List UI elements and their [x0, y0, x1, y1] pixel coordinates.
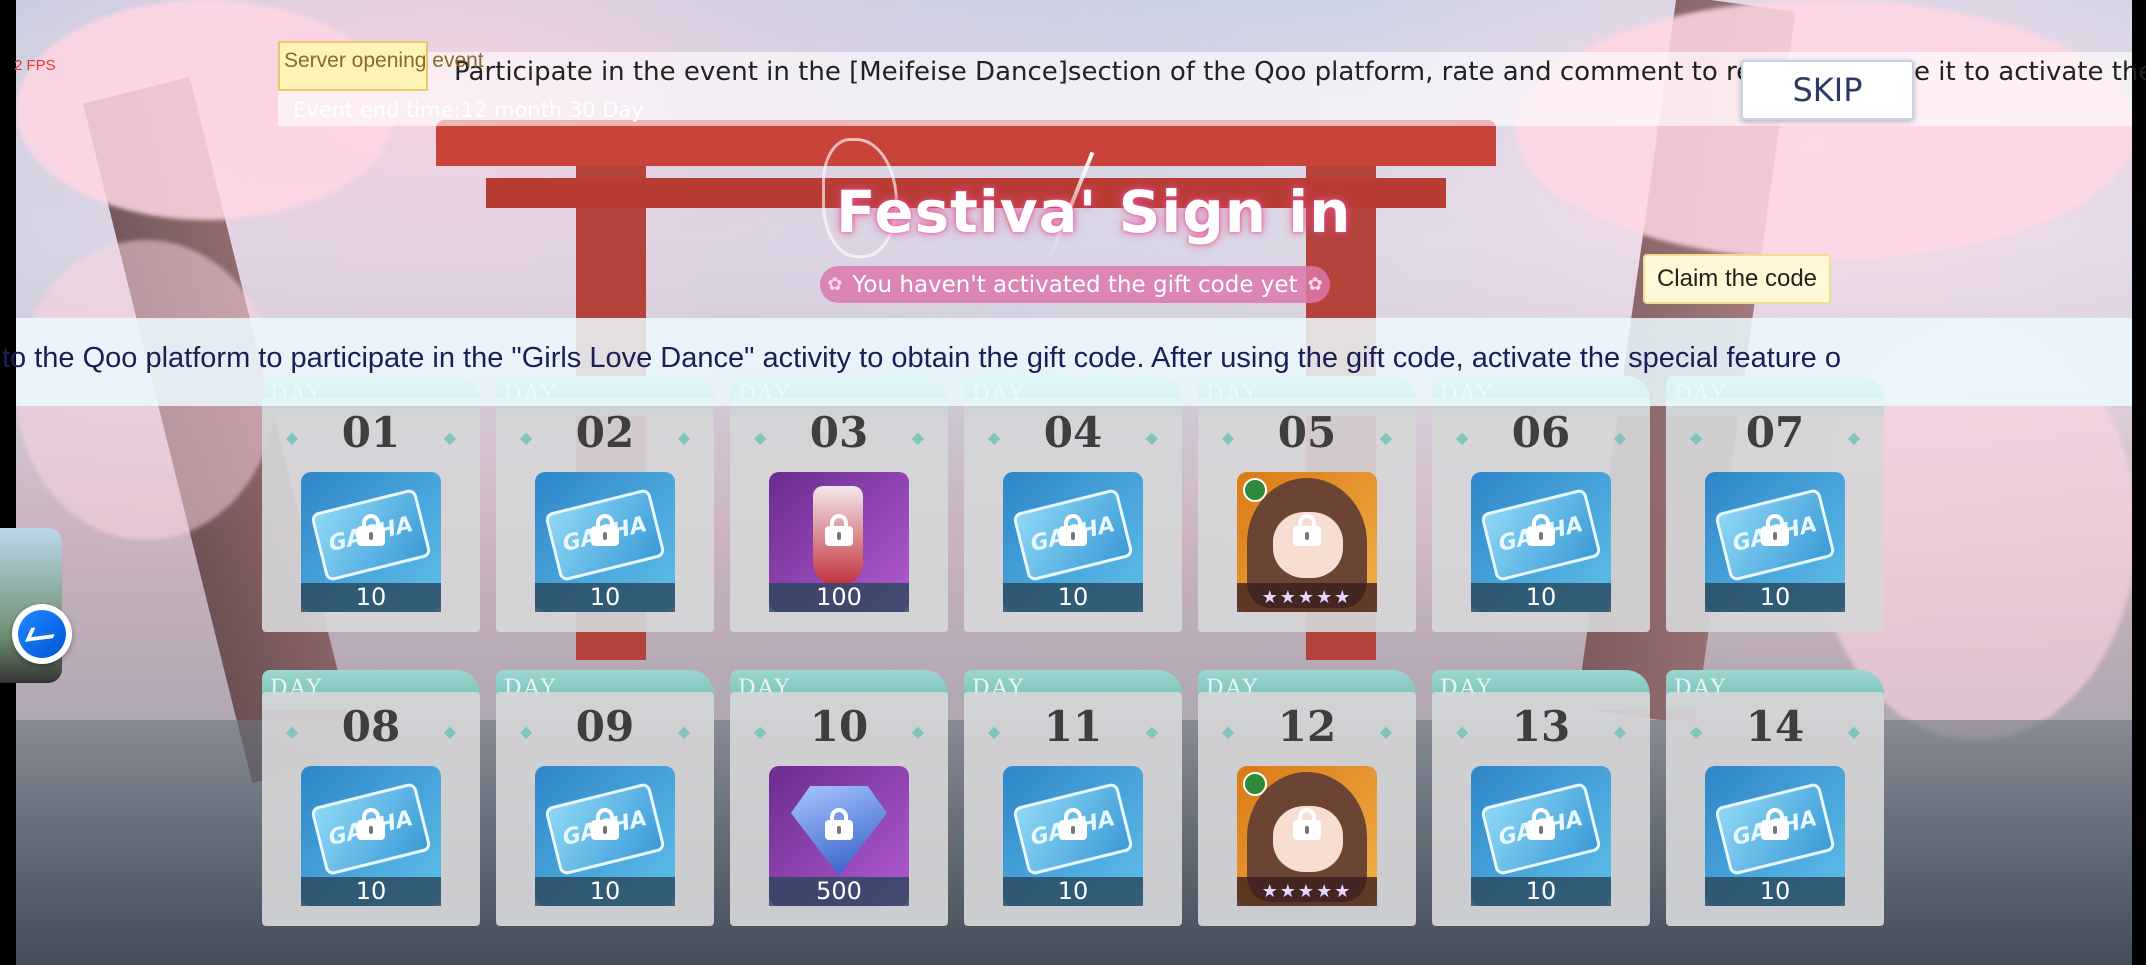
reward-quantity: 10 [535, 877, 675, 906]
rarity-stars: ★★★★★ [1237, 583, 1377, 612]
day-card[interactable]: DAY◆◆05★★★★★ [1198, 376, 1416, 632]
lock-icon [825, 514, 853, 546]
day-card[interactable]: DAY◆◆13GACHA10 [1432, 670, 1650, 926]
day-number: 01 [341, 408, 401, 457]
announcement-text: Participate in the event in the [Meifeis… [454, 57, 1897, 87]
day-number: 06 [1511, 408, 1571, 457]
rarity-stars: ★★★★★ [1237, 877, 1377, 906]
day-number: 09 [575, 702, 635, 751]
fps-counter: 2 FPS [14, 57, 56, 74]
day-card[interactable]: DAY ◆ ◆ 12 ★★★★★ [1198, 670, 1416, 926]
day-card[interactable]: DAY◆◆09GACHA10 [496, 670, 714, 926]
day-number: 03 [809, 408, 869, 457]
gift-code-status: ✿ You haven't activated the gift code ye… [820, 266, 1330, 303]
day-number: 07 [1745, 408, 1805, 457]
day-number: 14 [1745, 702, 1805, 751]
server-opening-event-tag: Server opening event [278, 41, 484, 91]
reward-quantity: 10 [1705, 877, 1845, 906]
claim-code-button[interactable]: Claim the code [1643, 254, 1831, 304]
flower-icon: ✿ [1307, 274, 1323, 295]
day-number: 05 [1277, 408, 1337, 457]
reward-quantity: 10 [301, 583, 441, 612]
day-card[interactable]: DAY◆◆06GACHA10 [1432, 376, 1650, 632]
lock-icon [1293, 514, 1321, 546]
lock-icon [1527, 514, 1555, 546]
day-number: 08 [341, 702, 401, 751]
lock-icon [1059, 808, 1087, 840]
day-number: 02 [575, 408, 635, 457]
lock-icon [1293, 808, 1321, 840]
reward-quantity: 10 [1003, 877, 1143, 906]
lock-icon [825, 808, 853, 840]
lock-icon [1059, 514, 1087, 546]
reward-quantity: 500 [769, 877, 909, 906]
day-card[interactable]: DAY◆◆01GACHA10 [262, 376, 480, 632]
reward-quantity: 100 [769, 583, 909, 612]
day-card[interactable]: DAY ◆ ◆ 10 500 [730, 670, 948, 926]
reward-quantity: 10 [535, 583, 675, 612]
day-card[interactable]: DAY◆◆14GACHA10 [1666, 670, 1884, 926]
day-number: 04 [1043, 408, 1103, 457]
announcement-text-tail: e it to activate the [1914, 57, 2146, 87]
day-card[interactable]: DAY◆◆02GACHA10 [496, 376, 714, 632]
lock-icon [357, 514, 385, 546]
event-end-time: Event end time:12 month 30 Day [293, 98, 644, 122]
page-title: Festiva' Sign in [836, 178, 1352, 246]
lock-icon [1761, 808, 1789, 840]
day-number: 10 [809, 702, 869, 751]
reward-quantity: 10 [301, 877, 441, 906]
marquee-text: to the Qoo platform to participate in th… [2, 342, 1841, 374]
reward-quantity: 10 [1471, 583, 1611, 612]
skip-button[interactable]: SKIP [1741, 60, 1914, 120]
gift-code-status-text: You haven't activated the gift code yet [852, 271, 1298, 298]
flower-icon: ✿ [827, 274, 843, 295]
reward-quantity: 10 [1705, 583, 1845, 612]
lock-icon [591, 808, 619, 840]
day-card[interactable]: DAY◆◆04GACHA10 [964, 376, 1182, 632]
lock-icon [1527, 808, 1555, 840]
lock-icon [591, 514, 619, 546]
day-card[interactable]: DAY◆◆03100 [730, 376, 948, 632]
day-number: 11 [1043, 702, 1103, 751]
day-card[interactable]: DAY◆◆07GACHA10 [1666, 376, 1884, 632]
reward-quantity: 10 [1003, 583, 1143, 612]
lock-icon [1761, 514, 1789, 546]
day-number: 12 [1277, 702, 1337, 751]
day-card[interactable]: DAY◆◆11GACHA10 [964, 670, 1182, 926]
lock-icon [357, 808, 385, 840]
day-number: 13 [1511, 702, 1571, 751]
day-card[interactable]: DAY◆◆08GACHA10 [262, 670, 480, 926]
reward-quantity: 10 [1471, 877, 1611, 906]
messenger-icon[interactable] [12, 604, 72, 664]
